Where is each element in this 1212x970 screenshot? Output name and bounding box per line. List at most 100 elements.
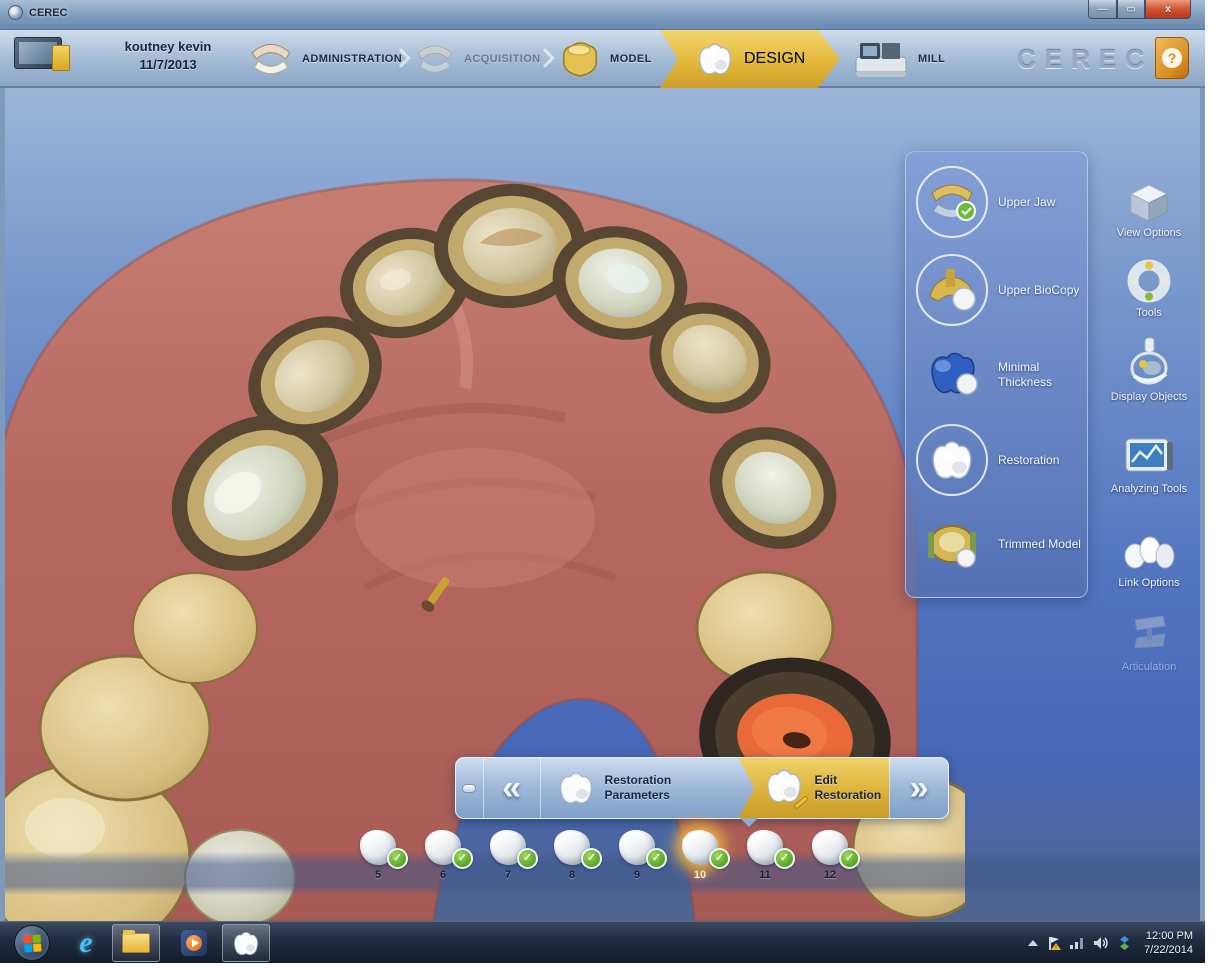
windows-flag-icon (23, 934, 41, 952)
done-badge-icon: ✓ (839, 848, 860, 869)
patient-date: 11/7/2013 (88, 56, 248, 74)
tooth-thumb-7[interactable]: ✓ 7 (476, 830, 540, 881)
link-options-teeth-icon (1098, 534, 1200, 574)
step-edit-restoration[interactable]: Edit Restoration (738, 758, 889, 818)
done-badge-icon: ✓ (452, 848, 473, 869)
collapse-stepnav-button[interactable] (456, 758, 484, 818)
option-trimmed-model[interactable]: Trimmed Model (916, 520, 1082, 568)
option-minimal-thickness[interactable]: Minimal Thickness (916, 350, 1082, 400)
system-tray: ! 12:00 PM 7/22/2014 (1027, 922, 1199, 963)
cerec-app-icon (8, 5, 23, 20)
sidebar-item-articulation: Articulation (1098, 612, 1200, 674)
internet-explorer-icon: e (79, 926, 92, 960)
sidebar-item-tools[interactable]: Tools (1098, 258, 1200, 320)
double-chevron-left-icon: « (502, 769, 521, 808)
tooth-icon: ✓ (554, 830, 590, 865)
tooth-thumb-6[interactable]: ✓ 6 (411, 830, 475, 881)
done-badge-icon: ✓ (387, 848, 408, 869)
restoration-parameters-icon (555, 770, 597, 806)
tooth-icon: ✓ (747, 830, 783, 865)
clock-time: 12:00 PM (1144, 929, 1193, 943)
administration-icon (248, 40, 294, 78)
taskbar-file-explorer[interactable] (112, 924, 160, 962)
question-mark-icon: ? (1162, 48, 1182, 68)
design-step-navigator: « Restoration Parameters Edit Restoratio… (455, 757, 949, 819)
sidebar-item-analyzing-tools[interactable]: Analyzing Tools (1098, 436, 1200, 496)
maximize-button[interactable]: ▭ (1117, 0, 1145, 19)
done-badge-icon: ✓ (517, 848, 538, 869)
desktop-screen: CEREC — ▭ x koutney kevin 11/7/2013 ADMI… (0, 0, 1205, 963)
help-button[interactable]: ? (1155, 37, 1189, 79)
option-upper-jaw[interactable]: Upper Jaw (916, 166, 1082, 238)
restoration-icon (916, 424, 988, 496)
upper-jaw-icon (916, 166, 988, 238)
acquisition-icon (414, 42, 456, 76)
workflow-navbar: koutney kevin 11/7/2013 ADMINISTRATION A… (0, 30, 1205, 88)
tab-mill[interactable]: MILL (852, 30, 945, 88)
upper-biocopy-icon (916, 254, 988, 326)
tooth-thumb-11[interactable]: ✓ 11 (733, 830, 797, 881)
folder-icon (122, 933, 150, 953)
tooth-icon: ✓ (682, 830, 718, 865)
tooth-icon: ✓ (425, 830, 461, 865)
double-chevron-right-icon: » (910, 769, 929, 808)
collapse-icon (462, 784, 476, 793)
taskbar-media-player[interactable] (170, 924, 218, 962)
display-options-panel: Upper Jaw Upper BioCopy Minimal Thickn (905, 151, 1088, 598)
tab-model[interactable]: MODEL (558, 30, 652, 88)
done-badge-icon: ✓ (581, 848, 602, 869)
taskbar-cerec-app[interactable] (222, 924, 270, 962)
option-upper-biocopy[interactable]: Upper BioCopy (916, 254, 1082, 326)
articulation-icon (1098, 612, 1200, 658)
display-objects-icon (1098, 336, 1200, 388)
tooth-thumb-12[interactable]: ✓ 12 (798, 830, 862, 881)
tooth-icon: ✓ (619, 830, 655, 865)
mill-machine-icon (852, 37, 910, 81)
design-crown-icon (694, 41, 736, 77)
edit-restoration-icon (762, 767, 806, 810)
taskbar-internet-explorer[interactable]: e (62, 924, 110, 962)
volume-icon[interactable] (1093, 936, 1109, 950)
window-frame-right (1200, 88, 1205, 921)
option-restoration[interactable]: Restoration (916, 424, 1082, 496)
minimize-button[interactable]: — (1088, 0, 1117, 19)
view-options-cube-icon (1098, 182, 1200, 224)
cerec-logo: CEREC (1000, 44, 1170, 75)
sidebar-item-link-options[interactable]: Link Options (1098, 534, 1200, 590)
next-step-button[interactable]: » (889, 758, 948, 818)
tooth-icon: ✓ (490, 830, 526, 865)
sidebar-item-display-objects[interactable]: Display Objects (1098, 336, 1200, 404)
close-button[interactable]: x (1145, 0, 1191, 19)
tooth-icon: ✓ (812, 830, 848, 865)
step-restoration-parameters[interactable]: Restoration Parameters (541, 758, 739, 818)
show-hidden-icons-button[interactable] (1027, 938, 1039, 948)
tooth-thumb-9[interactable]: ✓ 9 (605, 830, 669, 881)
network-signal-icon[interactable] (1069, 936, 1086, 950)
tab-administration[interactable]: ADMINISTRATION (248, 30, 402, 88)
start-button[interactable] (14, 925, 50, 961)
sidebar-item-view-options[interactable]: View Options (1098, 182, 1200, 240)
patient-info[interactable]: koutney kevin 11/7/2013 (88, 38, 248, 73)
tooth-thumb-8[interactable]: ✓ 8 (540, 830, 604, 881)
svg-text:!: ! (1055, 946, 1057, 952)
trimmed-model-icon (916, 520, 988, 568)
window-titlebar[interactable]: CEREC — ▭ x (0, 0, 1205, 30)
window-title: CEREC (29, 7, 68, 19)
windows-taskbar: e ! (0, 921, 1205, 963)
tools-ring-icon (1098, 258, 1200, 304)
model-block-icon (558, 38, 602, 80)
minimal-thickness-icon (916, 350, 988, 400)
taskbar-clock[interactable]: 12:00 PM 7/22/2014 (1144, 929, 1199, 958)
administration-app-icon[interactable] (12, 35, 76, 81)
analyzing-tools-icon (1098, 436, 1200, 480)
cerec-tooth-icon (231, 930, 261, 957)
tab-design[interactable]: DESIGN (660, 30, 840, 88)
action-center-flag-icon[interactable]: ! (1046, 935, 1062, 951)
tooth-thumb-10-selected[interactable]: ✓ 10 (668, 830, 732, 881)
tooth-icon: ✓ (360, 830, 396, 865)
previous-step-button[interactable]: « (484, 758, 541, 818)
media-player-icon (181, 930, 207, 956)
patient-name: koutney kevin (88, 38, 248, 56)
tray-app-icon[interactable] (1116, 935, 1133, 951)
tooth-thumb-5[interactable]: ✓ 5 (346, 830, 410, 881)
